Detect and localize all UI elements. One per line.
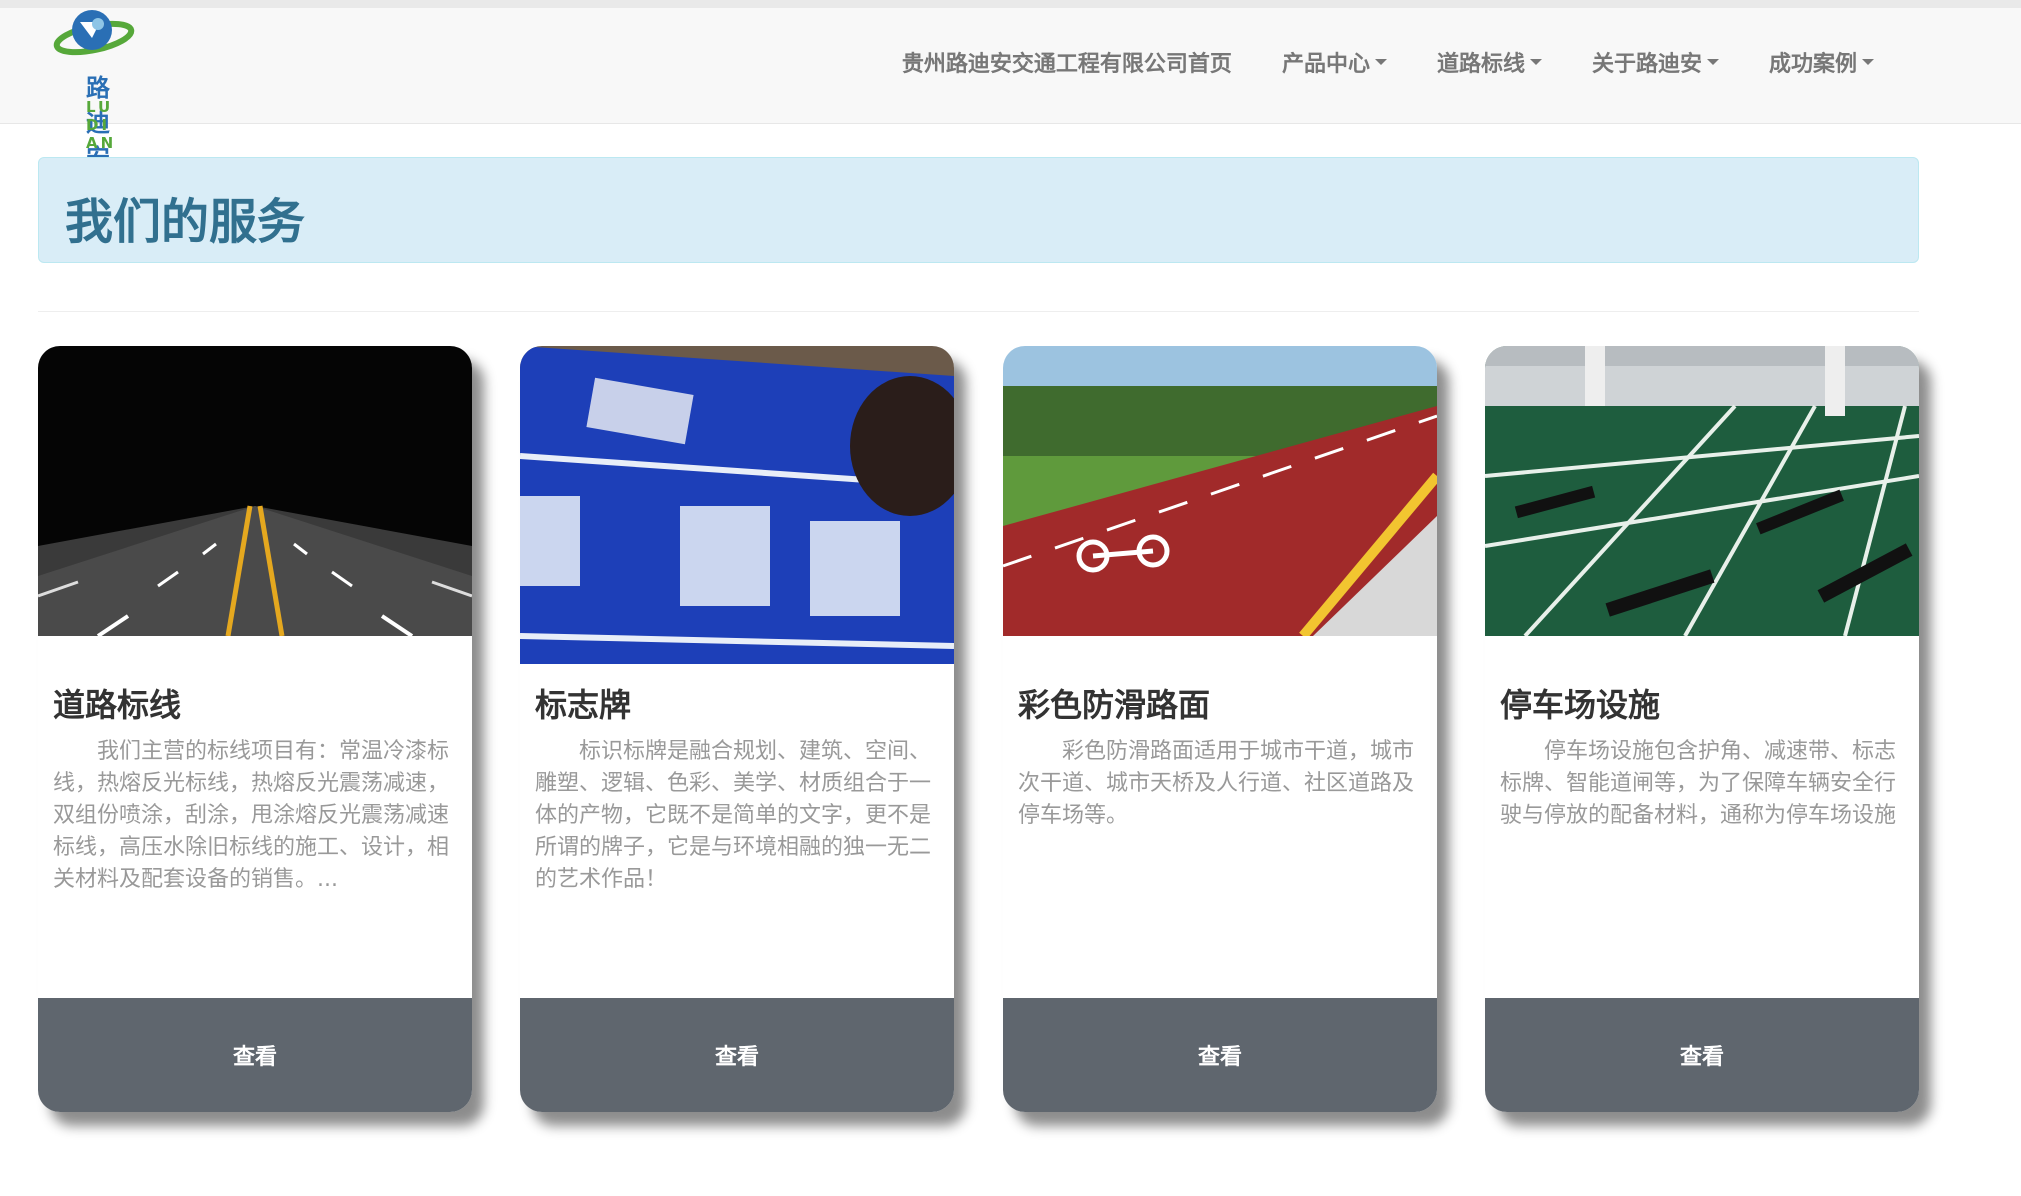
card-description: 彩色防滑路面适用于城市干道，城市次干道、城市天桥及人行道、社区道路及停车场等。	[1018, 739, 1415, 828]
service-card-color-pavement: 彩色防滑路面 彩色防滑路面适用于城市干道，城市次干道、城市天桥及人行道、社区道路…	[1003, 346, 1437, 1112]
view-button[interactable]: 查看	[520, 998, 954, 1112]
view-button[interactable]: 查看	[1003, 998, 1437, 1112]
nav-about[interactable]: 关于路迪安	[1567, 44, 1744, 80]
nav-home[interactable]: 贵州路迪安交通工程有限公司首页	[877, 44, 1257, 80]
logo-subtext: LU DI AN	[86, 98, 117, 152]
nav-cases[interactable]: 成功案例	[1744, 44, 1899, 80]
caret-down-icon	[1529, 59, 1542, 65]
caret-down-icon	[1374, 59, 1387, 65]
service-card-road-marking: 道路标线 我们主营的标线项目有：常温冷漆标线，热熔反光标线，热熔反光震荡减速，双…	[38, 346, 472, 1112]
card-title: 标志牌	[535, 686, 632, 724]
nav-products-label: 产品中心	[1281, 52, 1370, 77]
card-title: 停车场设施	[1500, 686, 1661, 724]
service-card-parking-facility: 停车场设施 停车场设施包含护角、减速带、标志标牌、智能道闸等，为了保障车辆安全行…	[1485, 346, 1919, 1112]
view-button[interactable]: 查看	[38, 998, 472, 1112]
nav-home-label: 贵州路迪安交通工程有限公司首页	[901, 52, 1232, 77]
card-description: 标识标牌是融合规划、建筑、空间、雕塑、逻辑、色彩、美学、材质组合于一体的产物，它…	[535, 739, 932, 892]
logo-icon	[53, 10, 135, 56]
navbar: 路迪安 LU DI AN 贵州路迪安交通工程有限公司首页 产品中心 道路标线 关…	[0, 8, 2021, 172]
road-marking-image	[38, 346, 472, 636]
caret-down-icon	[1862, 59, 1874, 65]
top-strip	[0, 0, 2021, 8]
section-header: 我们的服务	[38, 157, 1919, 263]
logo[interactable]: 路迪安 LU DI AN	[42, 8, 142, 172]
nav-road-marking-label: 道路标线	[1436, 52, 1525, 77]
nav-products[interactable]: 产品中心	[1257, 44, 1412, 80]
section-title: 我们的服务	[65, 194, 306, 250]
service-card-sign-board: 标志牌 标识标牌是融合规划、建筑、空间、雕塑、逻辑、色彩、美学、材质组合于一体的…	[520, 346, 954, 1112]
card-title: 道路标线	[53, 686, 182, 724]
nav-road-marking[interactable]: 道路标线	[1412, 44, 1567, 80]
parking-facility-image	[1485, 346, 1919, 636]
nav-cases-label: 成功案例	[1768, 52, 1857, 77]
view-button[interactable]: 查看	[1485, 998, 1919, 1112]
card-title: 彩色防滑路面	[1018, 686, 1211, 724]
main-nav: 贵州路迪安交通工程有限公司首页 产品中心 道路标线 关于路迪安 成功案例	[877, 44, 1899, 80]
color-pavement-image	[1003, 346, 1437, 636]
divider	[38, 311, 1919, 312]
nav-about-label: 关于路迪安	[1591, 52, 1702, 77]
card-description: 停车场设施包含护角、减速带、标志标牌、智能道闸等，为了保障车辆安全行驶与停放的配…	[1500, 739, 1897, 828]
card-description: 我们主营的标线项目有：常温冷漆标线，热熔反光标线，热熔反光震荡减速，双组份喷涂，…	[53, 739, 450, 892]
sign-board-image	[520, 346, 954, 664]
caret-down-icon	[1706, 59, 1719, 65]
